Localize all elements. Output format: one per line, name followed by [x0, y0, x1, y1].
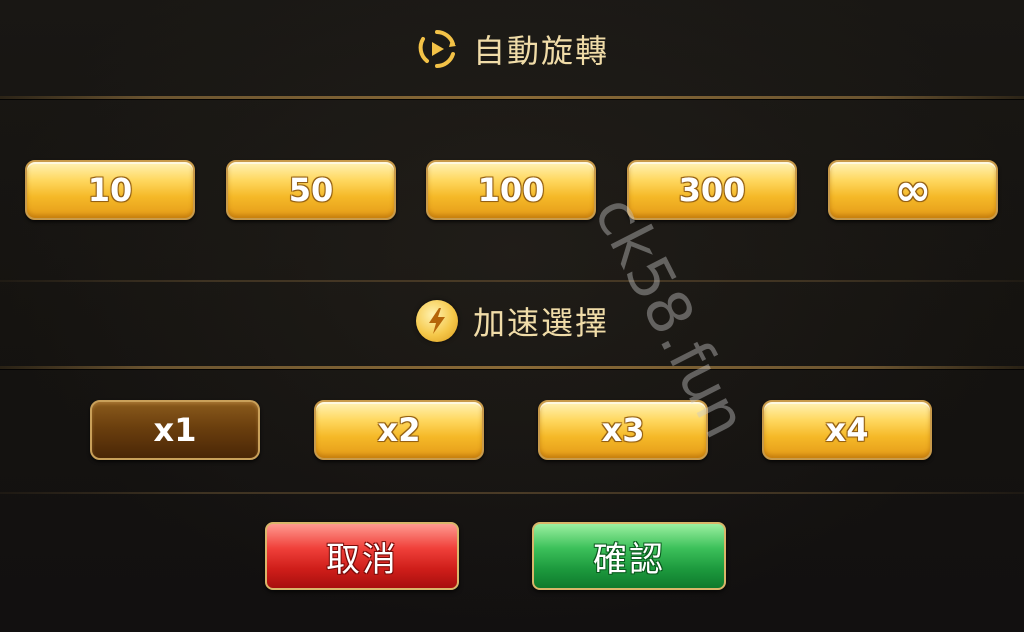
auto-spin-dialog: 自動旋轉 10 50 100 300 ∞ 加速選擇 x1 x2 x3 x4 取消…: [0, 0, 1024, 632]
speed-x2-button[interactable]: x2: [314, 400, 484, 460]
auto-spin-title: 自動旋轉: [472, 32, 609, 70]
speed-x4-button[interactable]: x4: [762, 400, 932, 460]
speed-x1-button[interactable]: x1: [90, 400, 260, 460]
spin-count-100-button[interactable]: 100: [426, 160, 596, 220]
confirm-button[interactable]: 確認: [532, 522, 726, 590]
spin-count-50-button[interactable]: 50: [226, 160, 396, 220]
autoplay-icon: [415, 27, 459, 71]
speed-divider: [0, 366, 1024, 369]
section-divider: [0, 280, 1024, 282]
auto-spin-header: 自動旋轉: [0, 22, 1024, 76]
spin-count-300-button[interactable]: 300: [627, 160, 797, 220]
speed-x3-button[interactable]: x3: [538, 400, 708, 460]
cancel-button[interactable]: 取消: [265, 522, 459, 590]
spin-count-10-button[interactable]: 10: [25, 160, 195, 220]
speed-header: 加速選擇: [0, 294, 1024, 348]
speed-title: 加速選擇: [472, 304, 609, 342]
footer-divider: [0, 492, 1024, 494]
header-divider: [0, 96, 1024, 99]
spin-count-infinite-button[interactable]: ∞: [828, 160, 998, 220]
lightning-icon: [415, 300, 458, 342]
